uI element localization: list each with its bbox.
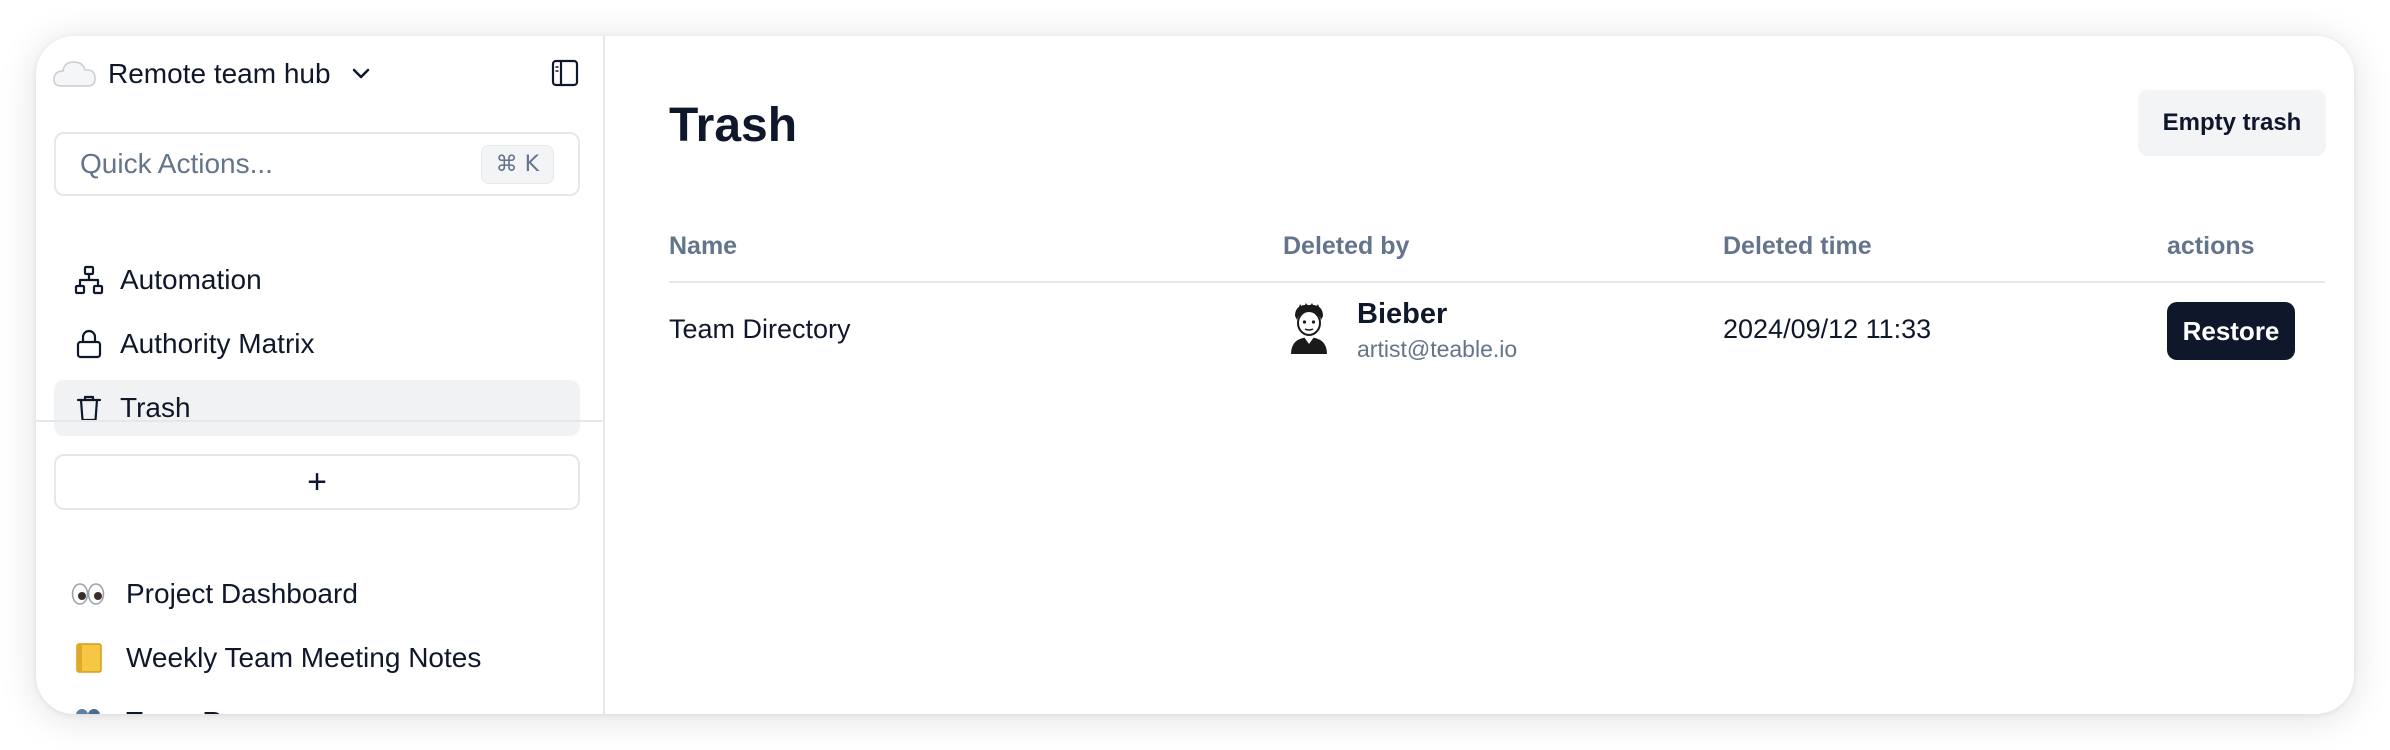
sidebar-toggle-icon[interactable] [548, 56, 582, 90]
base-item-label: Team Resources [126, 706, 336, 714]
sidebar-item-label: Authority Matrix [120, 328, 315, 359]
eyes-icon [70, 576, 106, 612]
sidebar-divider [36, 420, 605, 422]
base-item-team-resources[interactable]: Team Resources [70, 694, 336, 714]
sidebar-item-automation[interactable]: Automation [54, 252, 580, 308]
page-title: Trash [669, 99, 798, 152]
app-window: Remote team hub Quick Actions... ⌘ K Aut… [36, 36, 2354, 714]
column-header-name: Name [669, 232, 738, 260]
deleted-time: 2024/09/12 11:33 [1723, 314, 1932, 344]
chevron-down-icon [347, 60, 375, 88]
column-header-deleted-time: Deleted time [1723, 232, 1872, 260]
deleted-by-name: Bieber [1357, 298, 1448, 330]
empty-trash-button[interactable]: Empty trash [2138, 90, 2326, 156]
avatar [1289, 302, 1329, 354]
shortcut-badge: ⌘ K [480, 144, 554, 184]
space-name: Remote team hub [108, 58, 331, 89]
sidebar-item-authority-matrix[interactable]: Authority Matrix [54, 316, 580, 372]
lock-icon [72, 327, 106, 361]
space-switcher[interactable]: Remote team hub [50, 54, 375, 94]
main-content: Trash Empty trash Name Deleted by Delete… [605, 36, 2354, 714]
quick-actions-search[interactable]: Quick Actions... ⌘ K [54, 132, 580, 196]
restore-button[interactable]: Restore [2167, 302, 2295, 360]
add-base-button[interactable]: + [54, 454, 580, 510]
column-header-deleted-by: Deleted by [1283, 232, 1410, 260]
column-header-actions: actions [2167, 232, 2255, 260]
sidebar: Remote team hub Quick Actions... ⌘ K Aut… [36, 36, 605, 714]
quick-actions-placeholder: Quick Actions... [80, 148, 273, 179]
base-item-label: Project Dashboard [126, 578, 358, 609]
base-item-label: Weekly Team Meeting Notes [126, 642, 482, 673]
table-header-divider [669, 281, 2325, 283]
cloud-icon [50, 54, 100, 94]
people-icon [70, 704, 106, 714]
notebook-icon [70, 640, 106, 676]
deleted-item-name: Team Directory [669, 314, 851, 344]
base-item-weekly-team-meeting-notes[interactable]: Weekly Team Meeting Notes [70, 630, 481, 686]
automation-icon [72, 263, 106, 297]
sidebar-item-label: Automation [120, 264, 262, 295]
base-item-project-dashboard[interactable]: Project Dashboard [70, 566, 358, 622]
deleted-by-email: artist@teable.io [1357, 336, 1518, 362]
sidebar-item-trash[interactable]: Trash [54, 380, 580, 436]
